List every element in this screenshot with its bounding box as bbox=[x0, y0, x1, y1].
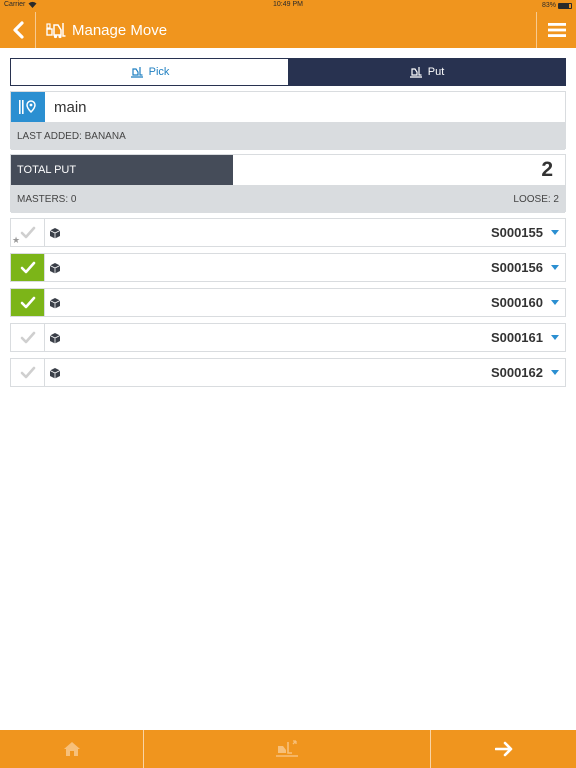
loose-count: LOOSE: 2 bbox=[513, 193, 559, 205]
item-checkbox[interactable] bbox=[11, 254, 45, 281]
box-icon bbox=[49, 297, 61, 309]
item-sku: S000161 bbox=[490, 330, 543, 345]
location-pin-icon bbox=[11, 92, 45, 122]
home-button[interactable] bbox=[0, 730, 144, 768]
item-sku: S000155 bbox=[490, 225, 543, 240]
check-icon bbox=[20, 226, 35, 239]
list-item[interactable]: ★ S000155 bbox=[10, 218, 566, 247]
location-name: main bbox=[54, 98, 87, 116]
total-put-row: TOTAL PUT 2 bbox=[11, 155, 565, 185]
tab-pick[interactable]: Pick bbox=[11, 59, 288, 85]
list-item[interactable]: S000160 bbox=[10, 288, 566, 317]
check-icon bbox=[20, 261, 35, 274]
home-icon bbox=[63, 742, 80, 756]
back-button[interactable] bbox=[0, 12, 36, 48]
box-icon bbox=[49, 332, 61, 344]
status-bar: Carrier 10:49 PM 83% bbox=[0, 0, 576, 12]
forklift-move-icon bbox=[46, 23, 66, 39]
nav-title-group: Manage Move bbox=[46, 12, 167, 48]
caret-down-icon[interactable] bbox=[551, 370, 559, 375]
item-sku: S000156 bbox=[490, 260, 543, 275]
list-item[interactable]: S000161 bbox=[10, 323, 566, 352]
status-time: 10:49 PM bbox=[273, 1, 303, 8]
tab-put-label: Put bbox=[427, 66, 445, 78]
item-checkbox[interactable] bbox=[11, 289, 45, 316]
check-icon bbox=[20, 296, 35, 309]
item-checkbox[interactable]: ★ bbox=[11, 219, 45, 246]
forklift-icon bbox=[276, 740, 298, 757]
caret-down-icon[interactable] bbox=[551, 230, 559, 235]
arrow-right-icon bbox=[494, 741, 512, 757]
list-item[interactable]: S000162 bbox=[10, 358, 566, 387]
total-put-count: 2 bbox=[541, 158, 553, 181]
forklift-action-button[interactable] bbox=[144, 730, 431, 768]
box-icon bbox=[49, 367, 61, 379]
item-sku: S000162 bbox=[490, 365, 543, 380]
caret-down-icon[interactable] bbox=[551, 265, 559, 270]
menu-button[interactable] bbox=[536, 12, 576, 48]
item-sku: S000160 bbox=[490, 295, 543, 310]
tab-pick-label: Pick bbox=[148, 66, 170, 78]
totals-breakdown: MASTERS: 0 LOOSE: 2 bbox=[11, 185, 565, 213]
star-icon: ★ bbox=[12, 235, 21, 245]
pick-icon bbox=[130, 67, 143, 78]
total-put-card: TOTAL PUT 2 MASTERS: 0 LOOSE: 2 bbox=[10, 154, 566, 213]
check-icon bbox=[20, 366, 35, 379]
battery-percent: 83% bbox=[541, 2, 556, 9]
next-button[interactable] bbox=[431, 730, 576, 768]
box-icon bbox=[49, 227, 61, 239]
masters-count: MASTERS: 0 bbox=[17, 193, 77, 205]
location-row[interactable]: main bbox=[11, 92, 565, 122]
last-added-label: LAST ADDED: BANANA bbox=[11, 122, 565, 150]
chevron-left-icon bbox=[12, 21, 24, 39]
check-icon bbox=[20, 331, 35, 344]
box-icon bbox=[49, 262, 61, 274]
tab-put[interactable]: Put bbox=[288, 59, 565, 85]
item-checkbox[interactable] bbox=[11, 359, 45, 386]
item-checkbox[interactable] bbox=[11, 324, 45, 351]
battery-indicator: 83% bbox=[542, 2, 572, 9]
battery-icon bbox=[558, 2, 572, 9]
put-icon bbox=[409, 67, 422, 78]
page-title: Manage Move bbox=[72, 21, 168, 39]
nav-bar: Manage Move bbox=[0, 12, 576, 48]
total-put-label: TOTAL PUT bbox=[17, 164, 77, 176]
list-item[interactable]: S000156 bbox=[10, 253, 566, 282]
pick-put-segmented-control: Pick Put bbox=[10, 58, 566, 86]
caret-down-icon[interactable] bbox=[551, 335, 559, 340]
location-card: main LAST ADDED: BANANA bbox=[10, 91, 566, 150]
bottom-toolbar bbox=[0, 730, 576, 768]
caret-down-icon[interactable] bbox=[551, 300, 559, 305]
hamburger-menu-icon bbox=[547, 23, 566, 37]
